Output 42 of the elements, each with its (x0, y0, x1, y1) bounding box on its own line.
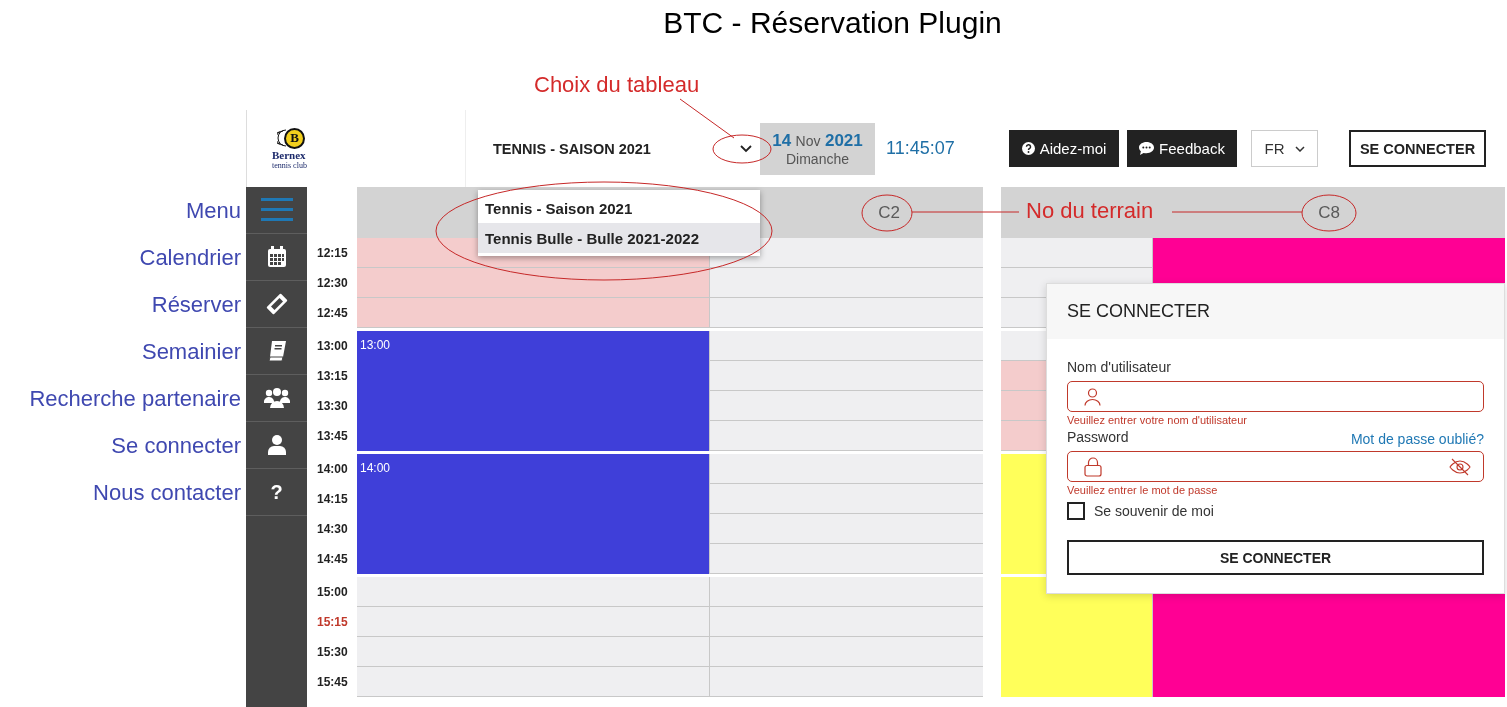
time-label: 15:45 (316, 674, 349, 691)
annotation-label: Choix du tableau (534, 72, 700, 98)
annotation-label: Recherche partenaire (29, 385, 241, 412)
time-label: 12:45 (316, 305, 349, 322)
logo-badge: B (284, 127, 305, 149)
booking-time: 14:00 (360, 461, 391, 475)
annotation-label: Nous contacter (93, 479, 241, 506)
court-label: C2 (878, 202, 900, 223)
annotation-label: Réserver (151, 291, 241, 318)
field-label: Password (1067, 429, 1129, 447)
annotation-label: No du terrain (1026, 198, 1154, 224)
time-label: 15:15 (316, 614, 349, 631)
logo-name: Bernex (272, 148, 306, 161)
time-label: 14:45 (316, 551, 349, 568)
field-label: Nom d'utilisateur (1067, 359, 1172, 377)
annotation-label: Calendrier (139, 244, 241, 271)
time-label: 15:00 (316, 584, 349, 601)
time-label: 12:30 (316, 275, 349, 292)
time-label: 13:45 (316, 428, 349, 445)
time-label: 14:00 (316, 461, 349, 478)
date-label: 14 Nov 2021 (772, 130, 863, 151)
time-label: 12:15 (316, 245, 349, 262)
annotation-label: Se connecter (111, 432, 241, 459)
error-message: Veuillez entrer votre nom d'utilisateur (1067, 414, 1249, 428)
time-label: 14:30 (316, 521, 349, 538)
booking-time: 13:00 (360, 338, 391, 352)
panel-title: SE CONNECTER (1067, 301, 1210, 322)
logo-tagline: tennis club (272, 160, 307, 170)
time-label: 13:00 (316, 338, 349, 355)
annotation-label: Menu (185, 197, 241, 224)
board-title: TENNIS - SAISON 2021 (493, 140, 651, 157)
time-label: 13:15 (316, 368, 349, 385)
time-label: 13:30 (316, 398, 349, 415)
clock-label: 11:45:07 (886, 138, 955, 159)
court-label: C8 (1318, 202, 1340, 223)
page-title: BTC - Réservation Plugin (663, 8, 1002, 38)
time-label: 15:30 (316, 644, 349, 661)
time-label: 14:15 (316, 491, 349, 508)
checkbox-label: Se souvenir de moi (1094, 503, 1214, 519)
error-message: Veuillez entrer le mot de passe (1067, 484, 1219, 498)
weekday-label: Dimanche (786, 150, 849, 167)
annotation-label: Semainier (141, 338, 241, 365)
